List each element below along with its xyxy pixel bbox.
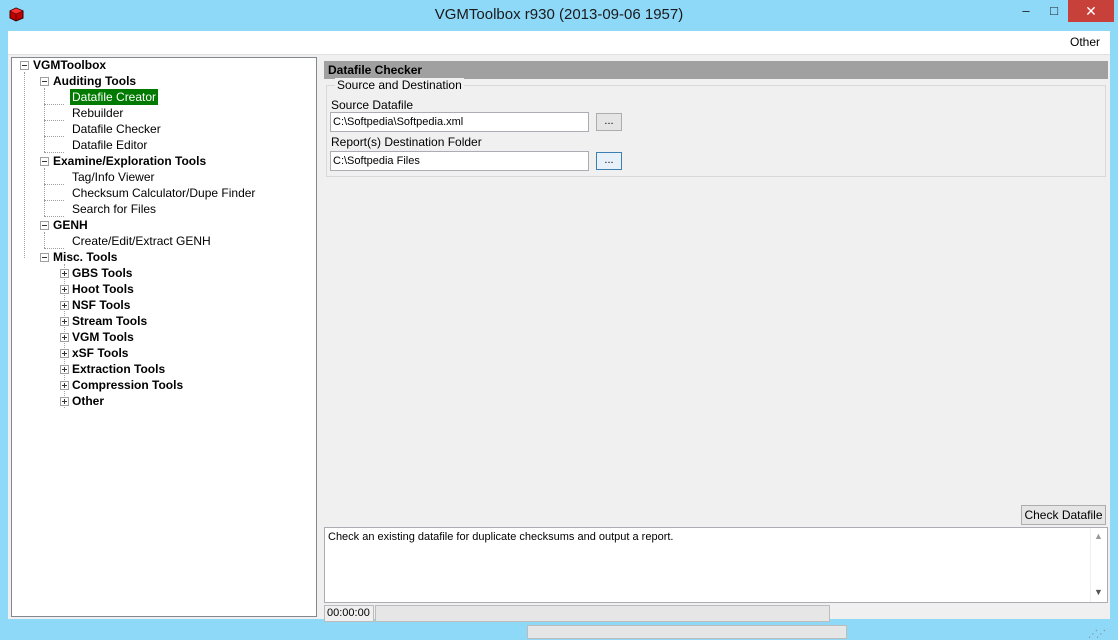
tree-connector: [44, 168, 45, 216]
source-datafile-label: Source Datafile: [331, 98, 414, 112]
collapse-icon[interactable]: [40, 77, 49, 86]
tree-node-tag-info-viewer[interactable]: Tag/Info Viewer: [72, 169, 155, 185]
tree-connector: [44, 104, 64, 105]
menu-item-other[interactable]: Other: [1070, 35, 1100, 49]
collapse-icon[interactable]: [40, 157, 49, 166]
tree-connector: [44, 120, 64, 121]
tree-connector: [44, 136, 64, 137]
expand-icon[interactable]: [60, 301, 69, 310]
collapse-icon[interactable]: [40, 253, 49, 262]
tree-node-stream-tools[interactable]: Stream Tools: [72, 313, 147, 329]
client-area: Other VGMToolbox Auditing Tools Datafile…: [8, 31, 1110, 640]
tree-connector: [24, 72, 25, 258]
tree-connector: [44, 200, 64, 201]
elapsed-timer: 00:00:00: [324, 605, 374, 622]
panel-splitter[interactable]: [318, 57, 323, 615]
scroll-up-icon[interactable]: ▲: [1094, 531, 1103, 541]
window-title: VGMToolbox r930 (2013-09-06 1957): [434, 6, 684, 23]
close-button[interactable]: ✕: [1068, 0, 1114, 22]
status-progress-bar: [375, 605, 830, 622]
expand-icon[interactable]: [60, 381, 69, 390]
tree-node-other[interactable]: Other: [72, 393, 104, 409]
tree-node-genh-create[interactable]: Create/Edit/Extract GENH: [72, 233, 211, 249]
expand-icon[interactable]: [60, 365, 69, 374]
tree-node-search-for-files[interactable]: Search for Files: [72, 201, 156, 217]
tree-node-compression-tools[interactable]: Compression Tools: [72, 377, 183, 393]
description-box[interactable]: Check an existing datafile for duplicate…: [324, 527, 1108, 603]
check-datafile-button[interactable]: Check Datafile: [1021, 505, 1106, 525]
tree-node-nsf-tools[interactable]: NSF Tools: [72, 297, 130, 313]
expand-icon[interactable]: [60, 285, 69, 294]
source-datafile-input[interactable]: C:\Softpedia\Softpedia.xml: [330, 112, 589, 132]
expand-icon[interactable]: [60, 269, 69, 278]
tree-node-auditing-tools[interactable]: Auditing Tools: [53, 73, 136, 89]
tools-tree-view[interactable]: VGMToolbox Auditing Tools Datafile Creat…: [11, 57, 317, 617]
tree-connector: [44, 232, 45, 248]
panel-header: Datafile Checker: [324, 61, 1108, 79]
tree-node-datafile-checker[interactable]: Datafile Checker: [72, 121, 161, 137]
description-text: Check an existing datafile for duplicate…: [328, 531, 674, 543]
maximize-button[interactable]: □: [1040, 0, 1068, 22]
tree-node-misc-tools[interactable]: Misc. Tools: [53, 249, 117, 265]
collapse-icon[interactable]: [40, 221, 49, 230]
title-bar[interactable]: VGMToolbox r930 (2013-09-06 1957) – □ ✕: [0, 0, 1118, 31]
destination-folder-label: Report(s) Destination Folder: [331, 135, 482, 149]
scroll-down-icon[interactable]: ▼: [1094, 587, 1103, 597]
tree-node-vgmtoolbox[interactable]: VGMToolbox: [33, 58, 106, 73]
destination-folder-input[interactable]: C:\Softpedia Files: [330, 151, 589, 171]
expand-icon[interactable]: [60, 349, 69, 358]
tree-node-datafile-creator[interactable]: Datafile Creator: [70, 89, 159, 105]
tree-node-xsf-tools[interactable]: xSF Tools: [72, 345, 128, 361]
tree-node-extraction-tools[interactable]: Extraction Tools: [72, 361, 165, 377]
expand-icon[interactable]: [60, 317, 69, 326]
tree-node-examine-tools[interactable]: Examine/Exploration Tools: [53, 153, 206, 169]
expand-icon[interactable]: [60, 333, 69, 342]
tree-node-genh[interactable]: GENH: [53, 217, 88, 233]
description-scrollbar[interactable]: ▲ ▼: [1090, 528, 1107, 602]
tree-node-vgm-tools[interactable]: VGM Tools: [72, 329, 134, 345]
tree-node-gbs-tools[interactable]: GBS Tools: [72, 265, 132, 281]
datafile-checker-panel: Datafile Checker Source and Destination …: [324, 57, 1108, 640]
tree-node-datafile-editor[interactable]: Datafile Editor: [72, 137, 147, 153]
resize-grip-icon[interactable]: ⋰⋰: [1088, 629, 1106, 640]
destination-browse-button[interactable]: ...: [596, 152, 622, 170]
menu-bar: Other: [8, 31, 1110, 55]
collapse-icon[interactable]: [20, 61, 29, 70]
tree-connector: [44, 184, 64, 185]
source-browse-button[interactable]: ...: [596, 113, 622, 131]
overall-progress-bar: [527, 625, 847, 639]
tree-node-rebuilder[interactable]: Rebuilder: [72, 105, 123, 121]
minimize-button[interactable]: –: [1012, 0, 1040, 22]
tree-node-checksum-calculator[interactable]: Checksum Calculator/Dupe Finder: [72, 185, 255, 201]
expand-icon[interactable]: [60, 397, 69, 406]
group-label: Source and Destination: [335, 78, 464, 92]
tree-node-hoot-tools[interactable]: Hoot Tools: [72, 281, 134, 297]
